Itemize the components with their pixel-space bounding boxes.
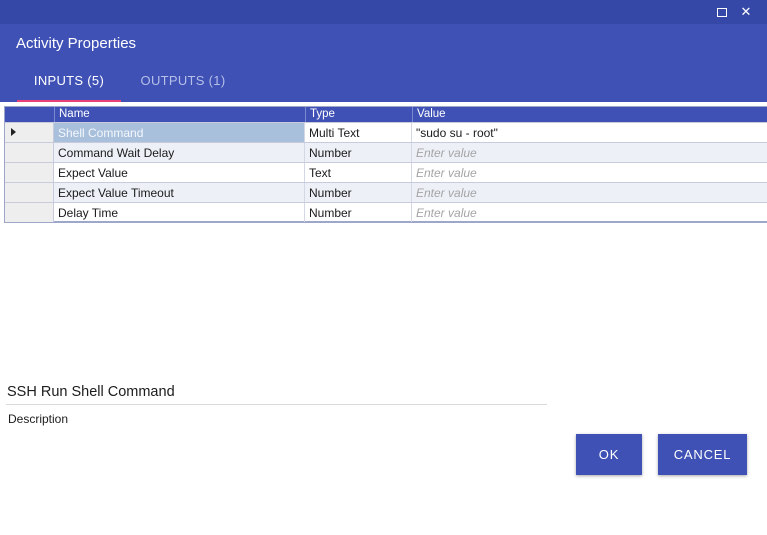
- param-name[interactable]: Expect Value: [54, 163, 305, 182]
- row-selector[interactable]: [5, 123, 54, 142]
- description-field[interactable]: Description: [8, 412, 68, 426]
- current-row-arrow-icon: [11, 128, 16, 136]
- param-type: Text: [305, 163, 412, 182]
- active-tab-indicator: [17, 100, 121, 102]
- param-type: Multi Text: [305, 123, 412, 142]
- row-selector[interactable]: [5, 143, 54, 162]
- param-type: Number: [305, 203, 412, 222]
- param-name[interactable]: Delay Time: [54, 203, 305, 222]
- table-row[interactable]: Command Wait Delay Number Enter value: [5, 142, 767, 162]
- row-selector[interactable]: [5, 183, 54, 202]
- cancel-button[interactable]: CANCEL: [658, 434, 747, 475]
- param-value-input[interactable]: Enter value: [412, 203, 767, 222]
- grid-header: Name Type Value: [5, 107, 767, 122]
- close-glyph: ✕: [740, 4, 752, 19]
- inputs-grid: Name Type Value Shell Command Multi Text…: [4, 106, 767, 223]
- tab-outputs-label: OUTPUTS (1): [140, 73, 226, 88]
- tab-inputs-label: INPUTS (5): [33, 73, 105, 88]
- param-type: Number: [305, 143, 412, 162]
- column-header-type[interactable]: Type: [310, 108, 335, 120]
- column-header-name[interactable]: Name: [59, 108, 90, 120]
- param-value-input[interactable]: Enter value: [412, 163, 767, 182]
- param-value-input[interactable]: "sudo su - root": [412, 123, 767, 142]
- window-titlebar: ✕: [0, 0, 767, 24]
- maximize-icon[interactable]: [710, 0, 734, 24]
- row-selector[interactable]: [5, 163, 54, 182]
- close-icon[interactable]: ✕: [734, 0, 758, 24]
- param-type: Number: [305, 183, 412, 202]
- param-name[interactable]: Command Wait Delay: [54, 143, 305, 162]
- param-value-input[interactable]: Enter value: [412, 183, 767, 202]
- dialog-header: Activity Properties INPUTS (5) OUTPUTS (…: [0, 24, 767, 102]
- dialog-title: Activity Properties: [16, 35, 137, 52]
- table-row[interactable]: Delay Time Number Enter value: [5, 202, 767, 222]
- param-name[interactable]: Shell Command: [54, 123, 305, 142]
- table-row[interactable]: Expect Value Timeout Number Enter value: [5, 182, 767, 202]
- tab-inputs[interactable]: INPUTS (5): [17, 73, 121, 102]
- param-value-input[interactable]: Enter value: [412, 143, 767, 162]
- table-row[interactable]: Shell Command Multi Text "sudo su - root…: [5, 122, 767, 142]
- ok-button[interactable]: OK: [576, 434, 642, 475]
- table-row[interactable]: Expect Value Text Enter value: [5, 162, 767, 182]
- divider: [6, 404, 547, 405]
- tab-outputs[interactable]: OUTPUTS (1): [128, 73, 238, 102]
- column-header-value[interactable]: Value: [417, 108, 446, 120]
- activity-name[interactable]: SSH Run Shell Command: [7, 384, 175, 400]
- row-selector[interactable]: [5, 203, 54, 222]
- param-name[interactable]: Expect Value Timeout: [54, 183, 305, 202]
